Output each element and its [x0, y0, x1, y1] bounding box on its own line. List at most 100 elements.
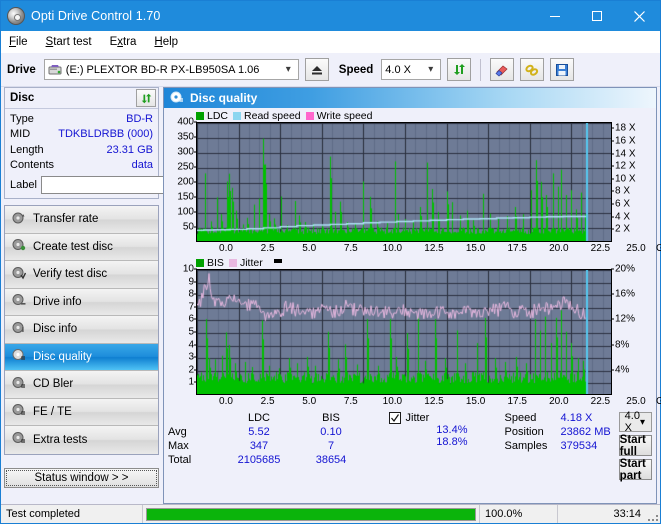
ldc-plot[interactable]	[196, 122, 612, 242]
disc-quality-icon	[170, 90, 184, 107]
sidebar-item-disc-info[interactable]: Disc info	[5, 316, 158, 344]
chevron-down-icon: ▾	[639, 416, 645, 428]
elapsed-time: 33:14	[613, 508, 641, 520]
jitter-axis: 4% 8% 12% 16% 20%	[611, 264, 648, 395]
sidebar-item-fe-te[interactable]: FE / TE	[5, 398, 158, 426]
y-tick-label: 150	[177, 191, 194, 203]
speed-select[interactable]: 4.0 X ▾	[381, 59, 442, 80]
start-part-button[interactable]: Start part	[618, 458, 652, 482]
disc-burn-icon	[12, 238, 26, 255]
stats-avg-ldc: 5.52	[248, 426, 270, 438]
close-button[interactable]	[618, 1, 660, 31]
sidebar-item-transfer-rate[interactable]: Transfer rate	[5, 206, 158, 234]
toolbar: Drive (E:) PLEXTOR BD-R PX-LB950SA 1.06 …	[1, 53, 660, 87]
jitter-checkbox[interactable]	[388, 412, 401, 424]
minimize-button[interactable]	[534, 1, 576, 31]
sidebar-item-create-test-disc[interactable]: Create test disc	[5, 233, 158, 261]
y2-tick-label: 14 X	[615, 148, 636, 160]
y2-tick-label: 16%	[615, 288, 636, 300]
maximize-button[interactable]	[576, 1, 618, 31]
disc-row-length: Length 23.31 GB	[10, 142, 153, 158]
y2-tick	[611, 190, 614, 192]
stats-avg-bis: 0.10	[320, 426, 342, 438]
sidebar-item-label: Create test disc	[33, 240, 113, 253]
sidebar-item-extra-tests[interactable]: Extra tests	[5, 426, 158, 454]
speed-grid: Speed 4.18 X Position 23862 MB Samples 3…	[505, 412, 619, 452]
x-tick-label: 22.5	[590, 396, 611, 407]
disc-bler-icon	[12, 376, 26, 393]
ldc-x-axis: 0.0 2.5 5.0 7.5 10.0 12.5 15.0 17.5 20.0 22.5 25.0…	[196, 242, 661, 256]
start-full-button[interactable]: Start full	[618, 434, 652, 458]
sidebar-item-label: Disc info	[33, 323, 78, 336]
disc-info-rows: Type BD-R MID TDKBLDRBB (000) Length 23.…	[5, 109, 244, 198]
y2-tick	[611, 293, 614, 295]
legend-marker-icon	[273, 258, 282, 263]
y-tick-label: 100	[177, 206, 194, 218]
jitter-checkbox-row[interactable]: Jitter	[388, 412, 505, 424]
app-window: Opti Drive Control 1.70 File Start test …	[0, 0, 661, 524]
stats-max-bis: 7	[327, 440, 335, 452]
samples-value: 379534	[560, 440, 598, 452]
save-button[interactable]	[550, 58, 575, 81]
y2-tick-label: 20%	[615, 263, 636, 275]
ldc-plot-row: 50 100 150 200 250 300 350 400 2 X4 X6 X8 X 10 X…	[166, 117, 654, 242]
progress-bar	[146, 507, 476, 521]
stats-row-label-avg: Avg	[168, 426, 187, 438]
disc-type-value: BD-R	[126, 112, 153, 125]
legend-bis: BIS	[196, 257, 224, 269]
y2-tick-label: 8%	[615, 339, 630, 351]
jitter-label: Jitter	[405, 412, 430, 424]
menu-help[interactable]: Help	[154, 36, 178, 48]
x-tick-label: 10.0	[382, 243, 403, 254]
y-tick-label: 300	[177, 146, 194, 158]
menu-file[interactable]: File	[9, 36, 28, 48]
ldc-chart: LDC Read speed Write speed 50 100 150 200 25…	[166, 110, 661, 256]
bis-x-axis: 0.0 2.5 5.0 7.5 10.0 12.5 15.0 17.5 20.0 22.5 25.0…	[196, 395, 661, 409]
panel-header: Disc quality	[164, 88, 656, 108]
eject-button[interactable]	[304, 58, 329, 81]
stats-row-label-total: Total	[168, 454, 192, 466]
legend-label: Read speed	[244, 110, 301, 122]
sidebar-item-cd-bler[interactable]: CD Bler	[5, 371, 158, 399]
sidebar-item-label: Verify test disc	[33, 268, 108, 281]
test-speed-select[interactable]: 4.0 X ▾	[618, 410, 652, 434]
disc-refresh-button[interactable]	[136, 89, 156, 107]
title-bar: Opti Drive Control 1.70	[1, 1, 660, 31]
menu-start-test[interactable]: Start test	[46, 36, 92, 48]
nav-list: Transfer rate Create test disc Verify te…	[4, 205, 159, 455]
x-tick-label: 25.0	[626, 243, 646, 254]
link-button[interactable]	[520, 58, 545, 81]
drive-select[interactable]: (E:) PLEXTOR BD-R PX-LB950SA 1.06 ▾	[43, 59, 299, 80]
window-title: Opti Drive Control 1.70	[31, 9, 161, 23]
disc-label-label: Label	[10, 178, 37, 191]
y2-tick-label: 6 X	[615, 198, 631, 210]
status-window-button[interactable]: Status window > >	[4, 467, 159, 488]
actions-block: 4.0 X ▾ Start full Start part	[618, 410, 652, 501]
y2-tick	[611, 369, 614, 371]
y-tick-label: 200	[177, 176, 194, 188]
bis-plot-row: 1 2 3 4 5 6 7 8 9 10 4% 8% 12% 16% 20%	[166, 264, 654, 395]
bis-plot[interactable]	[196, 269, 612, 395]
erase-button[interactable]	[490, 58, 515, 81]
y-tick-label: 400	[177, 116, 194, 128]
drive-icon	[48, 63, 62, 77]
sidebar-item-drive-info[interactable]: Drive info	[5, 288, 158, 316]
y2-tick	[611, 165, 614, 167]
chevron-down-icon: ▾	[428, 64, 434, 75]
refresh-button[interactable]	[447, 58, 472, 81]
y2-tick-label: 10 X	[615, 173, 636, 185]
y2-tick	[611, 228, 614, 230]
speed-key: Speed	[504, 412, 537, 424]
x-tick-label: 7.5	[343, 396, 358, 407]
sidebar-item-disc-quality[interactable]: Disc quality	[5, 343, 158, 371]
disc-fete-icon	[12, 403, 26, 420]
x-tick-label: 5.0	[302, 396, 317, 407]
x-tick-label: 0.0	[219, 243, 233, 254]
progress-fill	[147, 508, 475, 520]
legend-read-speed: Read speed	[233, 110, 301, 122]
disc-row-contents: Contents data	[10, 158, 153, 174]
sidebar-item-verify-test-disc[interactable]: Verify test disc	[5, 261, 158, 289]
x-tick-label: 12.5	[424, 396, 444, 407]
menu-extra[interactable]: Extra	[110, 36, 137, 48]
resize-grip[interactable]	[646, 505, 660, 523]
